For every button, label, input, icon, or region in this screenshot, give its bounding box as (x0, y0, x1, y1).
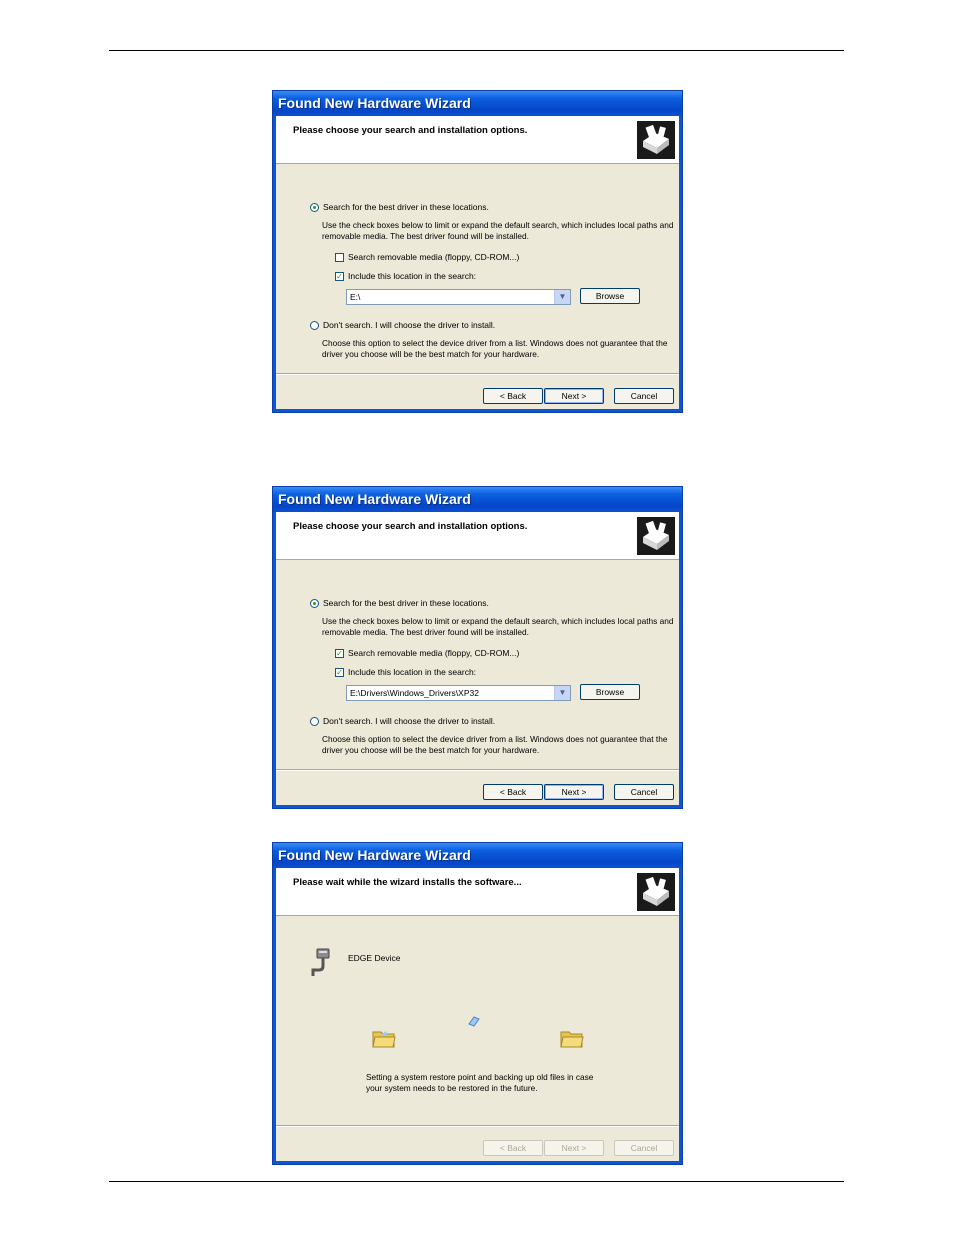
radio-button[interactable] (310, 716, 319, 726)
window-title: Found New Hardware Wizard (273, 487, 682, 512)
checkbox-removable-label: Search removable media (floppy, CD-ROM..… (348, 648, 520, 658)
header-text: Please choose your search and installati… (293, 521, 528, 532)
checkbox-location-label: Include this location in the search: (348, 271, 477, 281)
next-button[interactable]: Next > (544, 388, 604, 404)
header-text: Please choose your search and installati… (293, 125, 528, 136)
header-text: Please wait while the wizard installs th… (293, 877, 522, 888)
browse-button[interactable]: Browse (580, 684, 640, 700)
wizard-header: Please choose your search and installati… (276, 116, 679, 164)
wizard-window-1: Found New Hardware Wizard Please choose … (272, 90, 683, 413)
radio-button[interactable] (310, 598, 319, 608)
radio-search-label: Search for the best driver in these loca… (323, 202, 489, 212)
device-name: EDGE Device (348, 953, 401, 963)
flying-document-icon (468, 1016, 480, 1027)
browse-button[interactable]: Browse (580, 288, 640, 304)
back-button[interactable]: < Back (483, 388, 543, 404)
hardware-wizard-icon (637, 121, 675, 159)
checkbox-include-location[interactable]: ✓ Include this location in the search: (335, 271, 476, 281)
search-description: Use the check boxes below to limit or ex… (322, 616, 674, 637)
window-title: Found New Hardware Wizard (273, 91, 682, 116)
dialog-client: Please choose your search and installati… (276, 512, 679, 805)
checkbox-removable-media[interactable]: ✓ Search removable media (floppy, CD-ROM… (335, 648, 519, 658)
status-text: Setting a system restore point and backi… (366, 1072, 594, 1093)
hardware-wizard-icon (637, 517, 675, 555)
wizard-window-3: Found New Hardware Wizard Please wait wh… (272, 842, 683, 1165)
footer-separator (276, 769, 679, 771)
wizard-header: Please choose your search and installati… (276, 512, 679, 560)
checkbox-removable-media[interactable]: Search removable media (floppy, CD-ROM..… (335, 252, 519, 262)
checkbox-include-location[interactable]: ✓ Include this location in the search: (335, 667, 476, 677)
window-title: Found New Hardware Wizard (273, 843, 682, 868)
location-value: E:\Drivers\Windows_Drivers\XP32 (350, 688, 479, 698)
footer-separator (276, 1125, 679, 1127)
next-button[interactable]: Next > (544, 784, 604, 800)
manual-description: Choose this option to select the device … (322, 734, 668, 755)
radio-manual-label: Don't search. I will choose the driver t… (323, 716, 496, 726)
bottom-rule (109, 1181, 844, 1182)
location-combobox[interactable]: E:\Drivers\Windows_Drivers\XP32 ▼ (346, 685, 571, 701)
chevron-down-icon[interactable]: ▼ (554, 290, 570, 304)
checkbox-removable-label: Search removable media (floppy, CD-ROM..… (348, 252, 520, 262)
back-button[interactable]: < Back (483, 784, 543, 800)
location-value: E:\ (350, 292, 361, 302)
footer-separator (276, 373, 679, 375)
cancel-button[interactable]: Cancel (614, 784, 674, 800)
dialog-client: Please choose your search and installati… (276, 116, 679, 409)
search-description: Use the check boxes below to limit or ex… (322, 220, 674, 241)
cancel-button[interactable]: Cancel (614, 388, 674, 404)
wizard-window-2: Found New Hardware Wizard Please choose … (272, 486, 683, 809)
radio-button[interactable] (310, 320, 319, 330)
dialog-client: Please wait while the wizard installs th… (276, 868, 679, 1161)
radio-manual[interactable]: Don't search. I will choose the driver t… (310, 716, 495, 726)
radio-manual-label: Don't search. I will choose the driver t… (323, 320, 496, 330)
top-rule (109, 50, 844, 51)
checkbox-location-label: Include this location in the search: (348, 667, 477, 677)
chevron-down-icon[interactable]: ▼ (554, 686, 570, 700)
location-combobox[interactable]: E:\ ▼ (346, 289, 571, 305)
checkbox[interactable]: ✓ (335, 271, 344, 281)
checkbox[interactable]: ✓ (335, 667, 344, 677)
checkbox[interactable]: ✓ (335, 648, 344, 658)
hardware-wizard-icon (637, 873, 675, 911)
radio-search-label: Search for the best driver in these loca… (323, 598, 489, 608)
radio-search[interactable]: Search for the best driver in these loca… (310, 598, 489, 608)
manual-description: Choose this option to select the device … (322, 338, 668, 359)
wizard-header: Please wait while the wizard installs th… (276, 868, 679, 916)
serial-port-icon (311, 948, 330, 976)
back-button[interactable]: < Back (483, 1140, 543, 1156)
folder-icon (560, 1031, 584, 1048)
next-button[interactable]: Next > (544, 1140, 604, 1156)
folder-icon (372, 1031, 396, 1048)
radio-manual[interactable]: Don't search. I will choose the driver t… (310, 320, 495, 330)
radio-button[interactable] (310, 202, 319, 212)
cancel-button[interactable]: Cancel (614, 1140, 674, 1156)
radio-search[interactable]: Search for the best driver in these loca… (310, 202, 489, 212)
checkbox[interactable] (335, 252, 344, 262)
